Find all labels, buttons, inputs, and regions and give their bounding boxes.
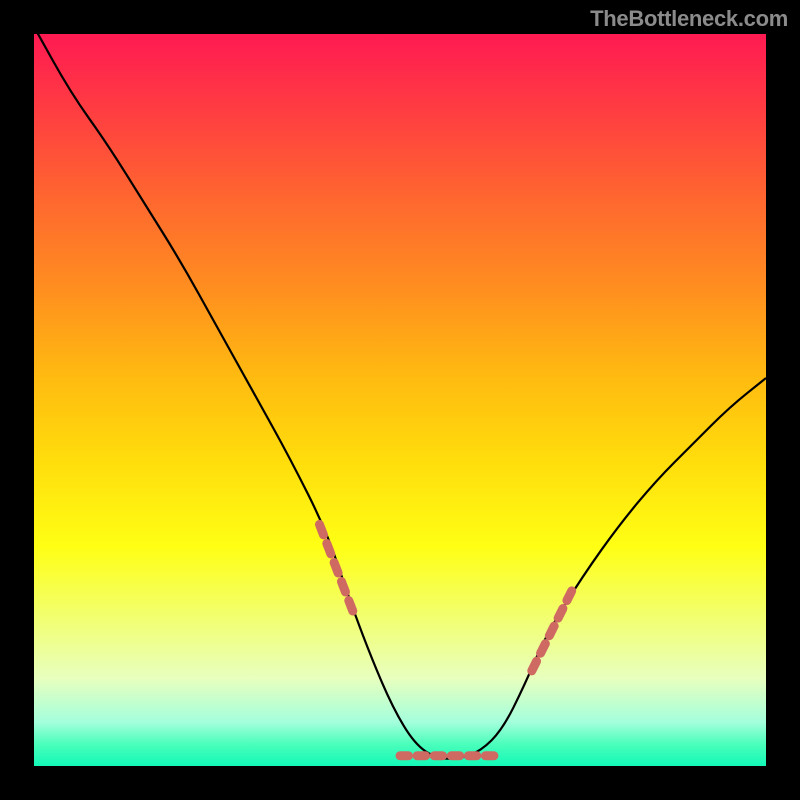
- marker-layer: [319, 524, 571, 755]
- curve-line: [34, 27, 766, 759]
- chart-overlay: [34, 34, 766, 766]
- watermark-text: TheBottleneck.com: [590, 6, 788, 32]
